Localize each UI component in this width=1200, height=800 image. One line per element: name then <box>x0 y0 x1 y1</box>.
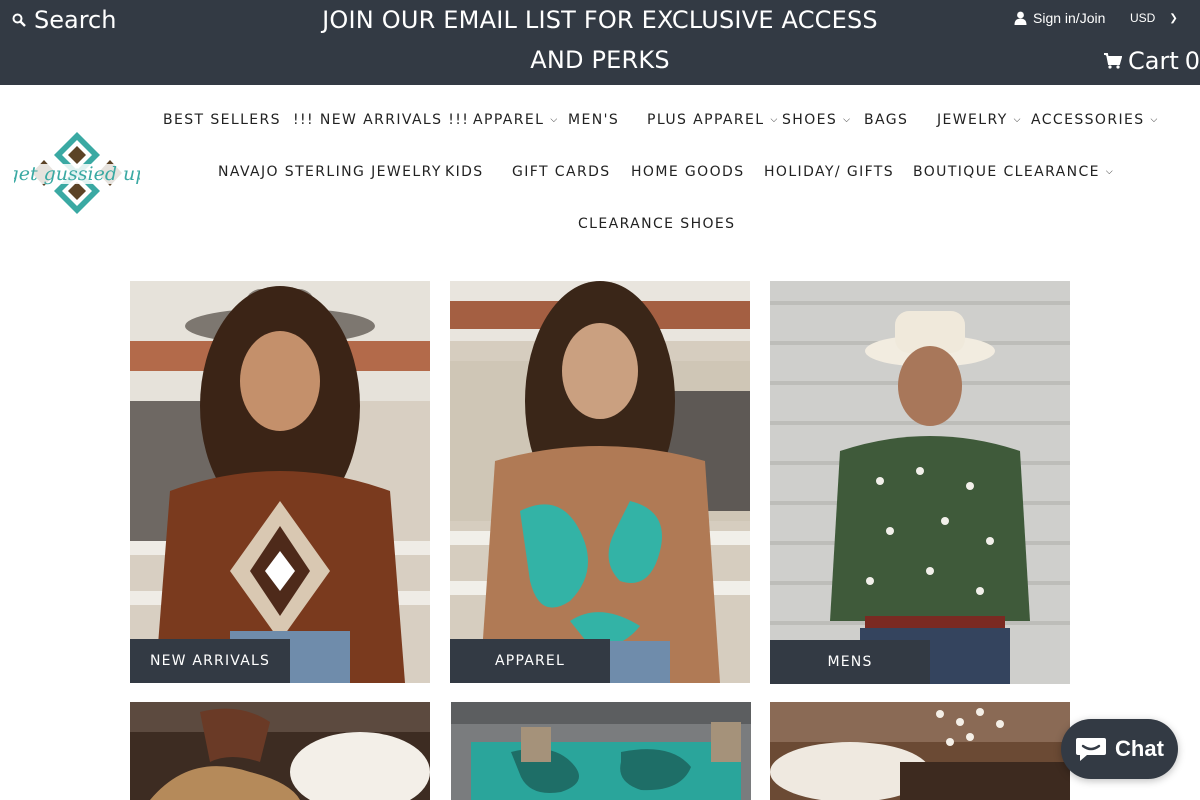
search-button[interactable]: Search <box>12 6 116 34</box>
nav-label: HOME GOODS <box>631 164 745 180</box>
currency-select[interactable]: USD ❯ <box>1130 11 1178 25</box>
nav-clearance-shoes[interactable]: CLEARANCE SHOES <box>578 216 735 232</box>
nav-apparel[interactable]: APPAREL ⌵ <box>473 112 559 128</box>
nav-kids[interactable]: KIDS <box>445 164 484 180</box>
category-tile-apparel[interactable]: APPAREL <box>450 281 750 683</box>
category-photo <box>770 702 1070 800</box>
site-logo[interactable]: get gussied up <box>7 130 147 216</box>
chevron-down-icon: ⌵ <box>1105 167 1115 177</box>
category-photo <box>130 702 430 800</box>
tile-label: MENS <box>770 640 930 684</box>
chat-bubble-icon <box>1076 738 1107 761</box>
nav-label: SHOES <box>782 112 838 128</box>
search-label: Search <box>34 6 117 34</box>
category-photo <box>451 702 751 800</box>
nav-best-sellers[interactable]: BEST SELLERS <box>163 112 281 128</box>
nav-mens[interactable]: MEN'S <box>568 112 619 128</box>
chevron-down-icon: ⌵ <box>1150 115 1159 125</box>
tile-label: APPAREL <box>450 639 610 683</box>
search-icon <box>12 13 26 27</box>
category-photo <box>130 281 430 683</box>
nav-label: JEWELRY <box>937 112 1008 128</box>
logo-mark: get gussied up <box>7 132 147 214</box>
nav-new-arrivals[interactable]: !!! NEW ARRIVALS !!! <box>293 112 469 128</box>
nav-shoes[interactable]: SHOES ⌵ <box>782 112 851 128</box>
nav-holiday-gifts[interactable]: HOLIDAY/ GIFTS <box>764 164 894 180</box>
chevron-down-icon: ⌵ <box>1013 115 1022 125</box>
nav-label: CLEARANCE SHOES <box>578 216 736 232</box>
nav-label: NAVAJO STERLING JEWELRY <box>218 164 442 180</box>
nav-label: MEN'S <box>568 112 620 128</box>
nav-label: HOLIDAY/ GIFTS <box>764 164 895 180</box>
nav-label: BAGS <box>864 112 909 128</box>
nav-label: BOUTIQUE CLEARANCE <box>913 164 1100 180</box>
nav-label: BEST SELLERS <box>163 112 281 128</box>
chat-button[interactable]: Chat <box>1061 719 1178 779</box>
nav-label: APPAREL <box>473 112 545 128</box>
cart-icon <box>1104 53 1122 69</box>
cart-label: Cart <box>1128 47 1179 75</box>
category-tile-shoes[interactable] <box>130 702 430 800</box>
nav-label: ACCESSORIES <box>1031 112 1145 128</box>
chevron-down-icon: ⌵ <box>550 115 559 125</box>
nav-bags[interactable]: BAGS <box>864 112 908 128</box>
user-icon <box>1014 11 1027 25</box>
nav-accessories[interactable]: ACCESSORIES ⌵ <box>1031 112 1159 128</box>
nav-label: GIFT CARDS <box>512 164 611 180</box>
category-tile-new-arrivals[interactable]: NEW ARRIVALS <box>130 281 430 683</box>
nav-jewelry[interactable]: JEWELRY ⌵ <box>937 112 1022 128</box>
nav-label: KIDS <box>445 164 484 180</box>
category-photo <box>450 281 750 683</box>
chevron-down-icon: ⌵ <box>843 115 852 125</box>
email-promo-link[interactable]: JOIN OUR EMAIL LIST FOR EXCLUSIVE ACCESS… <box>300 0 900 80</box>
category-photo <box>770 281 1070 684</box>
category-tile-mens[interactable]: MENS <box>770 281 1070 684</box>
nav-navajo-jewelry[interactable]: NAVAJO STERLING JEWELRY <box>218 164 442 180</box>
nav-home-goods[interactable]: HOME GOODS <box>631 164 744 180</box>
nav-gift-cards[interactable]: GIFT CARDS <box>512 164 611 180</box>
top-bar: Search JOIN OUR EMAIL LIST FOR EXCLUSIVE… <box>0 0 1200 85</box>
sign-in-link[interactable]: Sign in/Join <box>1014 10 1105 26</box>
chevron-down-icon: ❯ <box>1169 12 1178 24</box>
category-tile-home-goods[interactable] <box>770 702 1070 800</box>
nav-plus-apparel[interactable]: PLUS APPAREL ⌵ <box>647 112 779 128</box>
cart-count: 0 <box>1184 47 1200 75</box>
nav-label: !!! NEW ARRIVALS !!! <box>293 112 470 128</box>
category-tile-bags[interactable] <box>451 702 751 800</box>
chevron-down-icon: ⌵ <box>770 115 779 125</box>
tile-label: NEW ARRIVALS <box>130 639 290 683</box>
cart-link[interactable]: Cart 0 <box>1104 47 1200 75</box>
sign-in-label: Sign in/Join <box>1033 10 1106 26</box>
nav-boutique-clearance[interactable]: BOUTIQUE CLEARANCE ⌵ <box>913 164 1114 180</box>
logo-text: get gussied up <box>14 163 140 185</box>
chat-label: Chat <box>1115 736 1164 761</box>
currency-value: USD <box>1130 11 1156 25</box>
nav-label: PLUS APPAREL <box>647 112 765 128</box>
